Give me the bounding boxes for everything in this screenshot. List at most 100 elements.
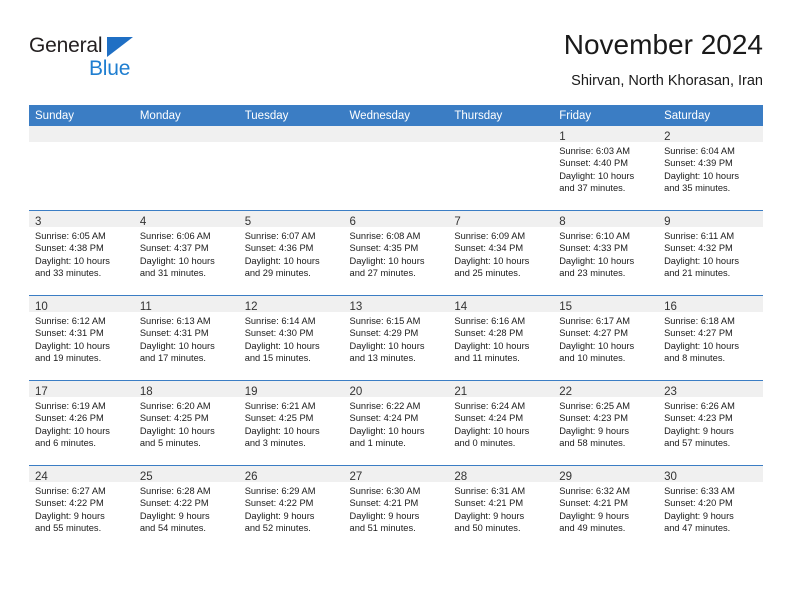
day-number: 7 xyxy=(454,216,461,228)
daylight-text: Daylight: 9 hours xyxy=(454,510,525,521)
day-cell[interactable]: 9 Sunrise: 6:11 AM Sunset: 4:32 PM Daylight… xyxy=(658,210,763,296)
day-cell-body: Sunrise: 6:19 AM Sunset: 4:26 PM Daylight:… xyxy=(29,397,134,450)
daylight-text-cont: and 55 minutes. xyxy=(35,523,102,534)
day-number: 22 xyxy=(559,386,573,398)
day-cell-body xyxy=(134,142,239,145)
sunrise-text: Sunrise: 6:04 AM xyxy=(664,146,735,156)
daylight-text-cont: and 25 minutes. xyxy=(454,268,521,279)
day-cell-body: Sunrise: 6:33 AM Sunset: 4:20 PM Daylight:… xyxy=(658,482,763,535)
daylight-text: Daylight: 10 hours xyxy=(35,255,110,266)
sunset-text: Sunset: 4:21 PM xyxy=(559,498,628,509)
calendar-week-row: 3 Sunrise: 6:05 AM Sunset: 4:38 PM Daylight… xyxy=(29,210,763,296)
day-cell[interactable]: 29 Sunrise: 6:32 AM Sunset: 4:21 PM Dayligh… xyxy=(553,465,659,550)
day-number-band: 28 xyxy=(448,466,554,483)
calendar-header-row: Sunday Monday Tuesday Wednesday Thursday Frid… xyxy=(29,105,763,126)
day-number-band: 19 xyxy=(238,381,344,398)
day-cell[interactable]: 14 Sunrise: 6:16 AM Sunset: 4:28 PM Dayligh… xyxy=(448,295,554,381)
day-number: 20 xyxy=(349,386,363,398)
sunrise-text: Sunrise: 6:33 AM xyxy=(664,486,735,496)
day-cell[interactable]: 25 Sunrise: 6:28 AM Sunset: 4:22 PM Dayligh… xyxy=(133,465,239,550)
day-cell[interactable]: 16 Sunrise: 6:18 AM Sunset: 4:27 PM Dayligh… xyxy=(658,295,763,381)
calendar-week-row: 24 Sunrise: 6:27 AM Sunset: 4:22 PM Dayligh… xyxy=(29,465,763,550)
sunrise-text: Sunrise: 6:12 AM xyxy=(35,316,106,326)
day-cell[interactable]: 2 Sunrise: 6:04 AM Sunset: 4:39 PM Daylight… xyxy=(658,126,763,211)
day-number: 18 xyxy=(139,386,153,398)
daylight-text-cont: and 13 minutes. xyxy=(349,353,416,364)
day-cell[interactable]: 3 Sunrise: 6:05 AM Sunset: 4:38 PM Daylight… xyxy=(29,210,134,296)
day-number: 3 xyxy=(35,216,42,228)
day-number: 2 xyxy=(664,131,671,143)
daylight-text-cont: and 47 minutes. xyxy=(664,523,731,534)
daylight-text: Daylight: 9 hours xyxy=(35,510,105,521)
day-cell[interactable]: 26 Sunrise: 6:29 AM Sunset: 4:22 PM Dayligh… xyxy=(238,465,344,550)
sunset-text: Sunset: 4:40 PM xyxy=(559,158,628,169)
sunset-text: Sunset: 4:31 PM xyxy=(139,328,209,339)
day-number-band: 14 xyxy=(448,296,554,313)
daylight-text: Daylight: 9 hours xyxy=(349,510,420,521)
sunrise-text: Sunrise: 6:07 AM xyxy=(244,231,316,241)
day-cell[interactable]: 13 Sunrise: 6:15 AM Sunset: 4:29 PM Dayligh… xyxy=(343,295,449,381)
page-subtitle: Shirvan, North Khorasan, Iran xyxy=(571,73,763,89)
daylight-text-cont: and 8 minutes. xyxy=(664,353,726,364)
day-cell[interactable]: 23 Sunrise: 6:26 AM Sunset: 4:23 PM Dayligh… xyxy=(658,380,763,466)
day-number-band: 16 xyxy=(658,296,763,313)
day-cell-body: Sunrise: 6:27 AM Sunset: 4:22 PM Daylight:… xyxy=(29,482,134,535)
day-cell[interactable]: 5 Sunrise: 6:07 AM Sunset: 4:36 PM Daylight… xyxy=(238,210,344,296)
daylight-text-cont: and 6 minutes. xyxy=(35,438,96,449)
day-cell[interactable]: 28 Sunrise: 6:31 AM Sunset: 4:21 PM Dayligh… xyxy=(448,465,554,550)
day-cell[interactable]: 6 Sunrise: 6:08 AM Sunset: 4:35 PM Daylight… xyxy=(343,210,449,296)
day-cell[interactable]: 1 Sunrise: 6:03 AM Sunset: 4:40 PM Daylight… xyxy=(553,126,659,211)
day-cell[interactable]: 24 Sunrise: 6:27 AM Sunset: 4:22 PM Dayligh… xyxy=(29,465,134,550)
day-cell[interactable]: 4 Sunrise: 6:06 AM Sunset: 4:37 PM Daylight… xyxy=(133,210,239,296)
day-number-band xyxy=(448,126,554,142)
daylight-text: Daylight: 10 hours xyxy=(454,340,530,351)
day-cell[interactable]: 22 Sunrise: 6:25 AM Sunset: 4:23 PM Dayligh… xyxy=(553,380,659,466)
calendar-body: 1 Sunrise: 6:03 AM Sunset: 4:40 PM Daylight… xyxy=(29,126,763,550)
sunrise-text: Sunrise: 6:08 AM xyxy=(349,231,421,241)
day-cell[interactable]: 21 Sunrise: 6:24 AM Sunset: 4:24 PM Dayligh… xyxy=(448,380,554,466)
sunrise-text: Sunrise: 6:32 AM xyxy=(559,486,631,496)
daylight-text-cont: and 51 minutes. xyxy=(349,523,416,534)
day-cell-body: Sunrise: 6:22 AM Sunset: 4:24 PM Daylight:… xyxy=(344,397,449,450)
day-cell[interactable]: 12 Sunrise: 6:14 AM Sunset: 4:30 PM Dayligh… xyxy=(238,295,344,381)
day-cell[interactable]: 30 Sunrise: 6:33 AM Sunset: 4:20 PM Dayligh… xyxy=(658,465,763,550)
day-cell[interactable]: 8 Sunrise: 6:10 AM Sunset: 4:33 PM Daylight… xyxy=(553,210,659,296)
sunset-text: Sunset: 4:26 PM xyxy=(35,413,104,424)
sunrise-text: Sunrise: 6:22 AM xyxy=(349,401,421,411)
general-blue-logo[interactable]: General Blue xyxy=(29,34,159,86)
day-cell-body: Sunrise: 6:09 AM Sunset: 4:34 PM Daylight:… xyxy=(448,227,553,280)
day-number: 25 xyxy=(139,471,153,483)
sunrise-text: Sunrise: 6:30 AM xyxy=(349,486,421,496)
sunrise-text: Sunrise: 6:27 AM xyxy=(35,486,106,496)
day-number-band: 22 xyxy=(553,381,659,398)
day-cell-body xyxy=(448,142,553,145)
sunset-text: Sunset: 4:23 PM xyxy=(559,413,628,424)
daylight-text: Daylight: 10 hours xyxy=(664,340,739,351)
day-cell[interactable]: 10 Sunrise: 6:12 AM Sunset: 4:31 PM Dayligh… xyxy=(29,295,134,381)
day-cell[interactable]: 7 Sunrise: 6:09 AM Sunset: 4:34 PM Daylight… xyxy=(448,210,554,296)
calendar-week-row: 10 Sunrise: 6:12 AM Sunset: 4:31 PM Dayligh… xyxy=(29,295,763,381)
day-number-band: 15 xyxy=(553,296,659,313)
daylight-text: Daylight: 10 hours xyxy=(349,340,425,351)
daylight-text: Daylight: 10 hours xyxy=(244,340,320,351)
sunset-text: Sunset: 4:24 PM xyxy=(454,413,524,424)
weekday-header-tuesday: Tuesday xyxy=(238,105,344,126)
sunset-text: Sunset: 4:32 PM xyxy=(664,243,733,254)
day-cell[interactable]: 15 Sunrise: 6:17 AM Sunset: 4:27 PM Dayligh… xyxy=(553,295,659,381)
day-cell[interactable]: 17 Sunrise: 6:19 AM Sunset: 4:26 PM Dayligh… xyxy=(29,380,134,466)
day-cell[interactable]: 18 Sunrise: 6:20 AM Sunset: 4:25 PM Dayligh… xyxy=(133,380,239,466)
sunset-text: Sunset: 4:28 PM xyxy=(454,328,524,339)
day-cell[interactable]: 20 Sunrise: 6:22 AM Sunset: 4:24 PM Dayligh… xyxy=(343,380,449,466)
sunrise-text: Sunrise: 6:25 AM xyxy=(559,401,631,411)
day-number-band: 11 xyxy=(133,296,239,313)
day-cell-body: Sunrise: 6:31 AM Sunset: 4:21 PM Daylight:… xyxy=(448,482,553,535)
day-number-band: 4 xyxy=(133,211,239,228)
day-cell-body: Sunrise: 6:30 AM Sunset: 4:21 PM Daylight:… xyxy=(344,482,449,535)
daylight-text: Daylight: 10 hours xyxy=(454,425,530,436)
daylight-text: Daylight: 10 hours xyxy=(559,170,635,181)
day-cell[interactable]: 19 Sunrise: 6:21 AM Sunset: 4:25 PM Dayligh… xyxy=(238,380,344,466)
sunset-text: Sunset: 4:23 PM xyxy=(664,413,733,424)
day-cell[interactable]: 11 Sunrise: 6:13 AM Sunset: 4:31 PM Dayligh… xyxy=(133,295,239,381)
day-cell[interactable]: 27 Sunrise: 6:30 AM Sunset: 4:21 PM Dayligh… xyxy=(343,465,449,550)
day-number: 14 xyxy=(454,301,468,313)
